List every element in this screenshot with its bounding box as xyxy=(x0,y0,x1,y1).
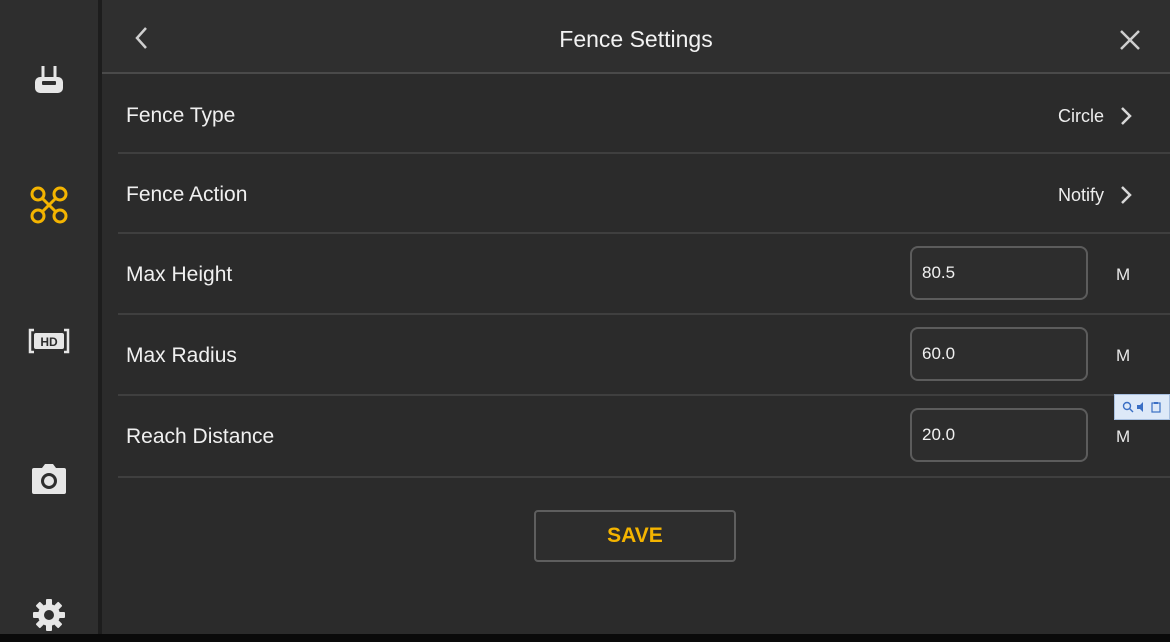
sidebar-item-camera[interactable] xyxy=(26,456,72,502)
reach-distance-row: Reach Distance M xyxy=(118,397,1170,477)
close-button[interactable] xyxy=(1110,20,1150,60)
reach-distance-label: Reach Distance xyxy=(126,425,275,448)
sidebar-item-remote-controller[interactable] xyxy=(26,58,72,104)
max-height-unit: M xyxy=(1116,265,1131,284)
close-icon xyxy=(1120,30,1140,50)
row-divider xyxy=(118,232,1170,234)
input-method-widget[interactable] xyxy=(1114,394,1170,420)
drone-icon xyxy=(30,186,68,224)
fence-type-row[interactable]: Fence Type Circle xyxy=(118,76,1170,156)
back-button[interactable] xyxy=(124,20,160,56)
chevron-right-icon xyxy=(1114,104,1138,128)
fence-action-value: Notify xyxy=(1057,184,1104,205)
fence-type-label: Fence Type xyxy=(126,104,236,127)
svg-text:HD: HD xyxy=(40,335,58,349)
gear-icon xyxy=(33,599,65,631)
reach-distance-input[interactable] xyxy=(910,408,1088,462)
sidebar: HD xyxy=(0,0,98,634)
hd-icon: HD xyxy=(28,328,70,354)
chevron-right-icon xyxy=(1114,183,1138,207)
page-title: Fence Settings xyxy=(559,25,713,52)
sidebar-item-hd-transmission[interactable]: HD xyxy=(26,318,72,364)
search-icon xyxy=(1122,401,1134,413)
fence-type-value: Circle xyxy=(1057,105,1104,126)
max-height-label: Max Height xyxy=(126,263,233,286)
fence-action-row[interactable]: Fence Action Notify xyxy=(118,155,1170,235)
sidebar-divider xyxy=(98,0,102,634)
speaker-icon xyxy=(1137,402,1143,412)
save-button[interactable]: SAVE xyxy=(534,510,736,562)
max-radius-input[interactable] xyxy=(910,327,1088,381)
chevron-left-icon xyxy=(135,27,147,49)
max-radius-unit: M xyxy=(1116,346,1131,365)
camera-icon xyxy=(32,464,66,494)
fence-action-label: Fence Action xyxy=(126,183,248,206)
sidebar-item-settings[interactable] xyxy=(26,592,72,638)
bottom-strip xyxy=(0,634,1170,642)
clipboard-icon xyxy=(1151,402,1161,413)
max-radius-label: Max Radius xyxy=(126,344,237,367)
max-radius-row: Max Radius M xyxy=(118,316,1170,396)
max-height-row: Max Height M xyxy=(118,235,1170,315)
row-divider xyxy=(118,152,1170,154)
header-divider xyxy=(102,72,1170,74)
remote-controller-icon xyxy=(35,66,63,93)
row-divider xyxy=(118,313,1170,315)
max-height-input[interactable] xyxy=(910,246,1088,300)
sidebar-item-aircraft[interactable] xyxy=(26,182,72,228)
row-divider xyxy=(118,394,1170,396)
row-divider xyxy=(118,476,1170,478)
